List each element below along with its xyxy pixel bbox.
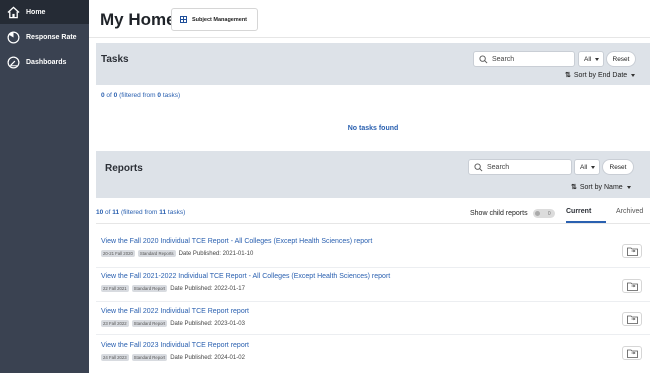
chevron-down-icon <box>626 185 631 189</box>
date-published: Date Published: 2024-01-02 <box>170 354 245 361</box>
row-divider <box>96 334 650 335</box>
chevron-down-icon <box>631 73 636 77</box>
chevron-down-icon <box>595 57 600 61</box>
show-child-label: Show child reports <box>470 210 528 217</box>
tasks-empty-message: No tasks found <box>347 125 399 132</box>
sidebar-item-response-rate[interactable]: Response Rate <box>0 25 89 49</box>
tasks-reset-button[interactable]: Reset <box>606 51 636 67</box>
term-badge: 24 Fall 2023 <box>101 354 129 361</box>
show-child-toggle[interactable]: 0 <box>532 209 555 218</box>
report-link[interactable]: View the Fall 2023 Individual TCE Report… <box>101 342 249 349</box>
tab-current[interactable]: Current <box>566 208 591 215</box>
search-placeholder: Search <box>492 55 515 63</box>
sort-icon: ⇅ <box>565 72 571 79</box>
report-meta: 20-21 Fall 2020 Standard Reports Date Pu… <box>101 250 253 257</box>
subject-management-button[interactable]: Subject Management <box>171 8 258 31</box>
sidebar-item-label: Dashboards <box>26 58 67 66</box>
header-divider <box>89 37 650 38</box>
report-meta: 24 Fall 2023 Standard Report Date Publis… <box>101 354 245 361</box>
report-link[interactable]: View the Fall 2021-2022 Individual TCE R… <box>101 273 390 280</box>
home-icon <box>6 5 20 19</box>
date-published: Date Published: 2021-01-10 <box>178 250 254 257</box>
search-icon <box>474 162 483 171</box>
list-item: View the Fall 2021-2022 Individual TCE R… <box>96 273 650 303</box>
sort-icon: ⇅ <box>571 184 577 191</box>
count-text: (filtered from <box>117 92 158 99</box>
tasks-sort-dropdown[interactable]: ⇅ Sort by End Date <box>565 71 636 79</box>
filter-value: All <box>584 55 592 63</box>
term-badge: 20-21 Fall 2020 <box>101 250 135 257</box>
folder-icon <box>626 247 638 256</box>
tasks-header: Tasks Search All Reset ⇅ Sort by End Dat… <box>96 43 650 85</box>
type-badge: Standard Report <box>131 285 168 292</box>
folder-icon <box>626 349 638 358</box>
term-badge: 22 Fall 2021 <box>101 285 129 292</box>
reports-reset-button[interactable]: Reset <box>602 159 634 175</box>
show-child-reports: Show child reports 0 <box>470 209 555 218</box>
count-text: of <box>103 209 113 216</box>
reports-title: Reports <box>105 163 143 174</box>
tasks-count: 0 of 0 (filtered from 0 tasks) <box>101 92 180 99</box>
type-badge: Standard Report <box>131 320 168 327</box>
grid-icon <box>180 16 187 23</box>
type-badge: Standard Report <box>131 354 168 361</box>
tab-active-indicator <box>566 221 606 223</box>
count-text: of <box>104 92 114 99</box>
reports-filter-select[interactable]: All <box>574 159 600 175</box>
open-report-button[interactable] <box>622 346 642 360</box>
report-meta: 23 Fall 2022 Standard Report Date Publis… <box>101 320 245 327</box>
sort-label: Sort by Name <box>579 183 623 191</box>
reports-count: 10 of 11 (filtered from 11 tasks) <box>96 209 185 216</box>
list-item: View the Fall 2020 Individual TCE Report… <box>96 238 650 268</box>
dashboard-gauge-icon <box>6 55 20 69</box>
response-rate-icon <box>6 30 20 44</box>
open-report-button[interactable] <box>622 279 642 293</box>
subject-management-label: Subject Management <box>192 16 248 23</box>
tab-archived[interactable]: Archived <box>616 208 643 215</box>
filter-value: All <box>580 163 588 171</box>
row-divider <box>96 301 650 302</box>
chevron-down-icon <box>591 165 596 169</box>
sidebar-item-dashboards[interactable]: Dashboards <box>0 50 89 74</box>
reports-header: Reports Search All Reset ⇅ Sort by Name <box>96 151 650 198</box>
sidebar-item-home[interactable]: Home <box>0 0 89 24</box>
sidebar-item-label: Response Rate <box>26 33 77 41</box>
search-placeholder: Search <box>487 163 510 171</box>
open-report-button[interactable] <box>622 244 642 258</box>
count-text: tasks) <box>166 209 186 216</box>
tasks-title: Tasks <box>101 54 129 65</box>
row-divider <box>96 267 650 268</box>
report-meta: 22 Fall 2021 Standard Report Date Publis… <box>101 285 245 292</box>
folder-icon <box>626 315 638 324</box>
count-text: tasks) <box>161 92 181 99</box>
search-icon <box>479 54 488 63</box>
toggle-value: 0 <box>547 210 551 217</box>
report-link[interactable]: View the Fall 2022 Individual TCE Report… <box>101 308 249 315</box>
reports-sort-dropdown[interactable]: ⇅ Sort by Name <box>571 183 631 191</box>
folder-icon <box>626 282 638 291</box>
tabs-divider <box>96 223 650 224</box>
report-link[interactable]: View the Fall 2020 Individual TCE Report… <box>101 238 372 245</box>
list-item: View the Fall 2023 Individual TCE Report… <box>96 342 650 372</box>
sidebar-item-label: Home <box>26 8 46 16</box>
date-published: Date Published: 2023-01-03 <box>170 320 245 327</box>
tasks-search-input[interactable]: Search <box>473 51 575 67</box>
reports-search-input[interactable]: Search <box>468 159 572 175</box>
sort-label: Sort by End Date <box>573 71 628 79</box>
open-report-button[interactable] <box>622 312 642 326</box>
term-badge: 23 Fall 2022 <box>101 320 129 327</box>
count-text: (filtered from <box>119 209 160 216</box>
date-published: Date Published: 2022-01-17 <box>170 285 245 292</box>
type-badge: Standard Reports <box>137 250 176 257</box>
tasks-filter-select[interactable]: All <box>578 51 604 67</box>
page-title: My Home <box>100 10 176 29</box>
sidebar: Home Response Rate Dashboards <box>0 0 89 373</box>
